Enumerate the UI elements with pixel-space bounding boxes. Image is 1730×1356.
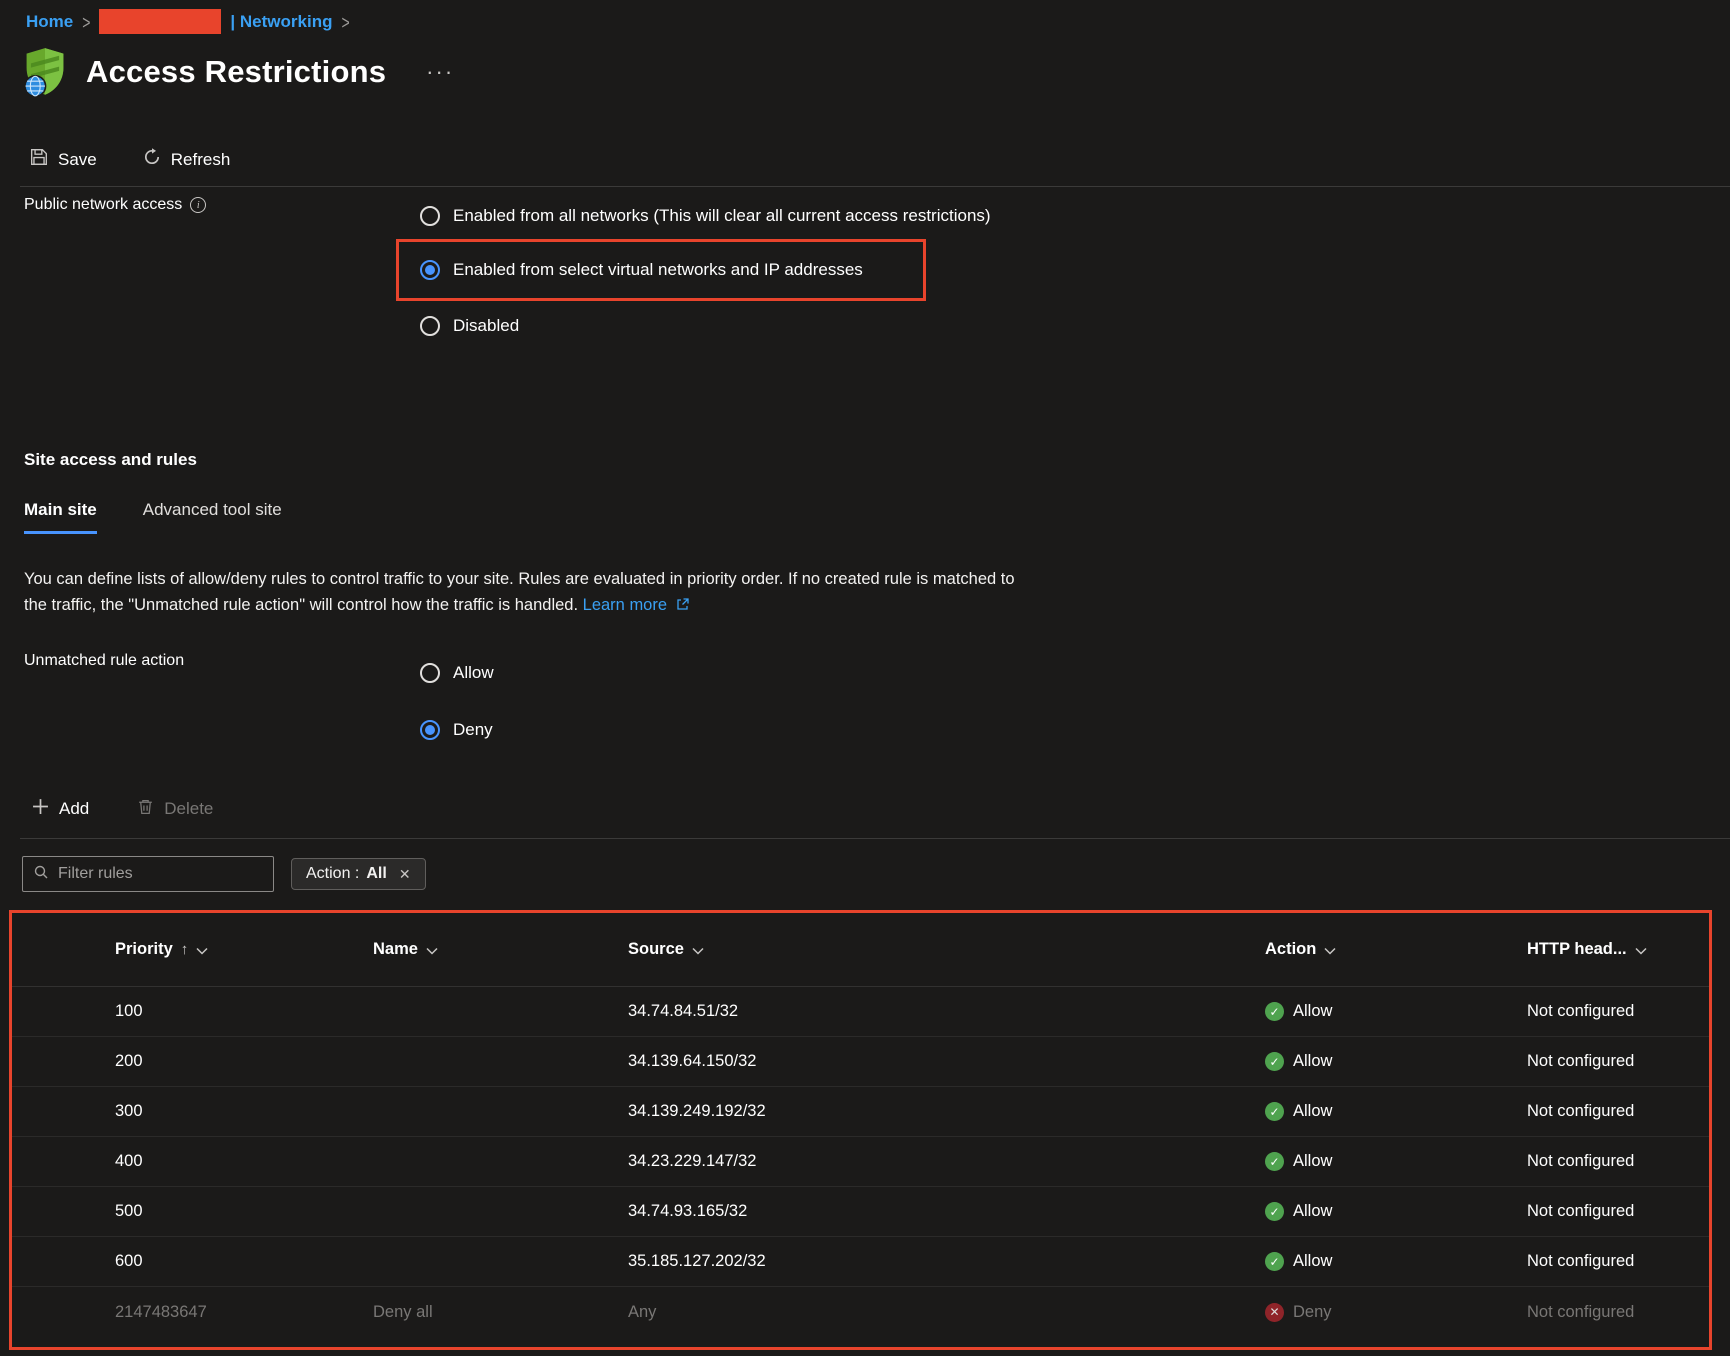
breadcrumb-home[interactable]: Home [26,12,73,32]
table-row[interactable]: 200 34.139.64.150/32 ✓Allow Not configur… [12,1037,1709,1087]
refresh-button[interactable]: Refresh [143,148,231,171]
table-row[interactable]: 500 34.74.93.165/32 ✓Allow Not configure… [12,1187,1709,1237]
selected-option-highlight: Enabled from select virtual networks and… [396,239,926,301]
rules-table-highlight: Priority ↑ Name Source Action HTTP head.… [9,910,1712,1350]
chevron-down-icon [196,947,208,955]
unmatched-rule-radio-group: Allow Deny [420,661,494,742]
radio-option-disabled[interactable]: Disabled [420,314,1120,338]
radio-option-allow[interactable]: Allow [420,661,494,685]
command-bar: Save Refresh [30,148,230,171]
public-network-access-label: Public network access i [24,196,206,214]
radio-unselected-icon [420,316,440,336]
chevron-down-icon [1324,947,1336,955]
shield-globe-icon [22,46,68,98]
tab-advanced-tool-site[interactable]: Advanced tool site [143,500,282,534]
table-row[interactable]: 100 34.74.84.51/32 ✓Allow Not configured [12,987,1709,1037]
check-circle-icon: ✓ [1265,1102,1284,1121]
column-header-name[interactable]: Name [373,940,628,959]
external-link-icon [676,593,690,619]
check-circle-icon: ✓ [1265,1052,1284,1071]
breadcrumb-networking[interactable]: | Networking [230,12,332,32]
radio-selected-icon [420,260,440,280]
plus-icon [32,798,49,820]
breadcrumb: Home > | Networking > [26,9,350,34]
unmatched-rule-action-label: Unmatched rule action [24,652,184,670]
column-header-priority[interactable]: Priority ↑ [115,940,373,959]
radio-selected-icon [420,720,440,740]
check-circle-icon: ✓ [1265,1152,1284,1171]
check-circle-icon: ✓ [1265,1202,1284,1221]
check-circle-icon: ✓ [1265,1252,1284,1271]
table-row[interactable]: 300 34.139.249.192/32 ✓Allow Not configu… [12,1087,1709,1137]
radio-unselected-icon [420,663,440,683]
remove-filter-icon[interactable]: ✕ [399,866,411,883]
action-filter-pill[interactable]: Action : All ✕ [291,858,426,890]
radio-option-enabled-all-networks[interactable]: Enabled from all networks (This will cle… [420,204,1120,228]
table-row[interactable]: 400 34.23.229.147/32 ✓Allow Not configur… [12,1137,1709,1187]
site-access-heading: Site access and rules [24,450,197,470]
column-header-source[interactable]: Source [628,940,1265,959]
rules-description: You can define lists of allow/deny rules… [24,566,1015,619]
delete-rule-button[interactable]: Delete [137,798,213,820]
save-button[interactable]: Save [30,148,97,171]
sort-ascending-icon: ↑ [181,941,189,958]
learn-more-link[interactable]: Learn more [583,596,667,614]
rules-command-bar: Add Delete [32,798,213,820]
radio-unselected-icon [420,206,440,226]
page-header: Access Restrictions ··· [22,46,454,98]
info-icon[interactable]: i [190,197,206,213]
filter-rules-box [22,856,274,892]
tab-main-site[interactable]: Main site [24,500,97,534]
access-restrictions-page: Home > | Networking > Access Restriction… [0,0,1730,1356]
resource-name-redaction [99,9,221,34]
divider [20,186,1730,187]
radio-option-deny[interactable]: Deny [420,718,494,742]
page-title: Access Restrictions [86,54,386,90]
column-header-action[interactable]: Action [1265,940,1527,959]
chevron-down-icon [692,947,704,955]
search-icon [33,864,49,885]
chevron-down-icon [1635,947,1647,955]
x-circle-icon: ✕ [1265,1303,1284,1322]
table-header-row: Priority ↑ Name Source Action HTTP head.… [12,913,1709,987]
site-access-tabs: Main site Advanced tool site [24,500,282,534]
floppy-disk-icon [30,148,48,171]
radio-option-enabled-select-networks[interactable]: Enabled from select virtual networks and… [420,258,913,282]
public-network-access-radio-group: Enabled from all networks (This will cle… [420,204,1120,338]
more-options-button[interactable]: ··· [426,67,454,77]
refresh-icon [143,148,161,171]
divider [20,838,1730,839]
trash-icon [137,798,154,820]
filter-rules-input[interactable] [58,865,263,883]
breadcrumb-chevron: > [82,10,90,32]
table-row-deny-all[interactable]: 2147483647 Deny all Any ✕Deny Not config… [12,1287,1709,1337]
check-circle-icon: ✓ [1265,1002,1284,1021]
add-rule-button[interactable]: Add [32,798,89,820]
chevron-down-icon [426,947,438,955]
breadcrumb-chevron: > [341,10,349,32]
table-row[interactable]: 600 35.185.127.202/32 ✓Allow Not configu… [12,1237,1709,1287]
column-header-http-header[interactable]: HTTP head... [1527,940,1709,959]
